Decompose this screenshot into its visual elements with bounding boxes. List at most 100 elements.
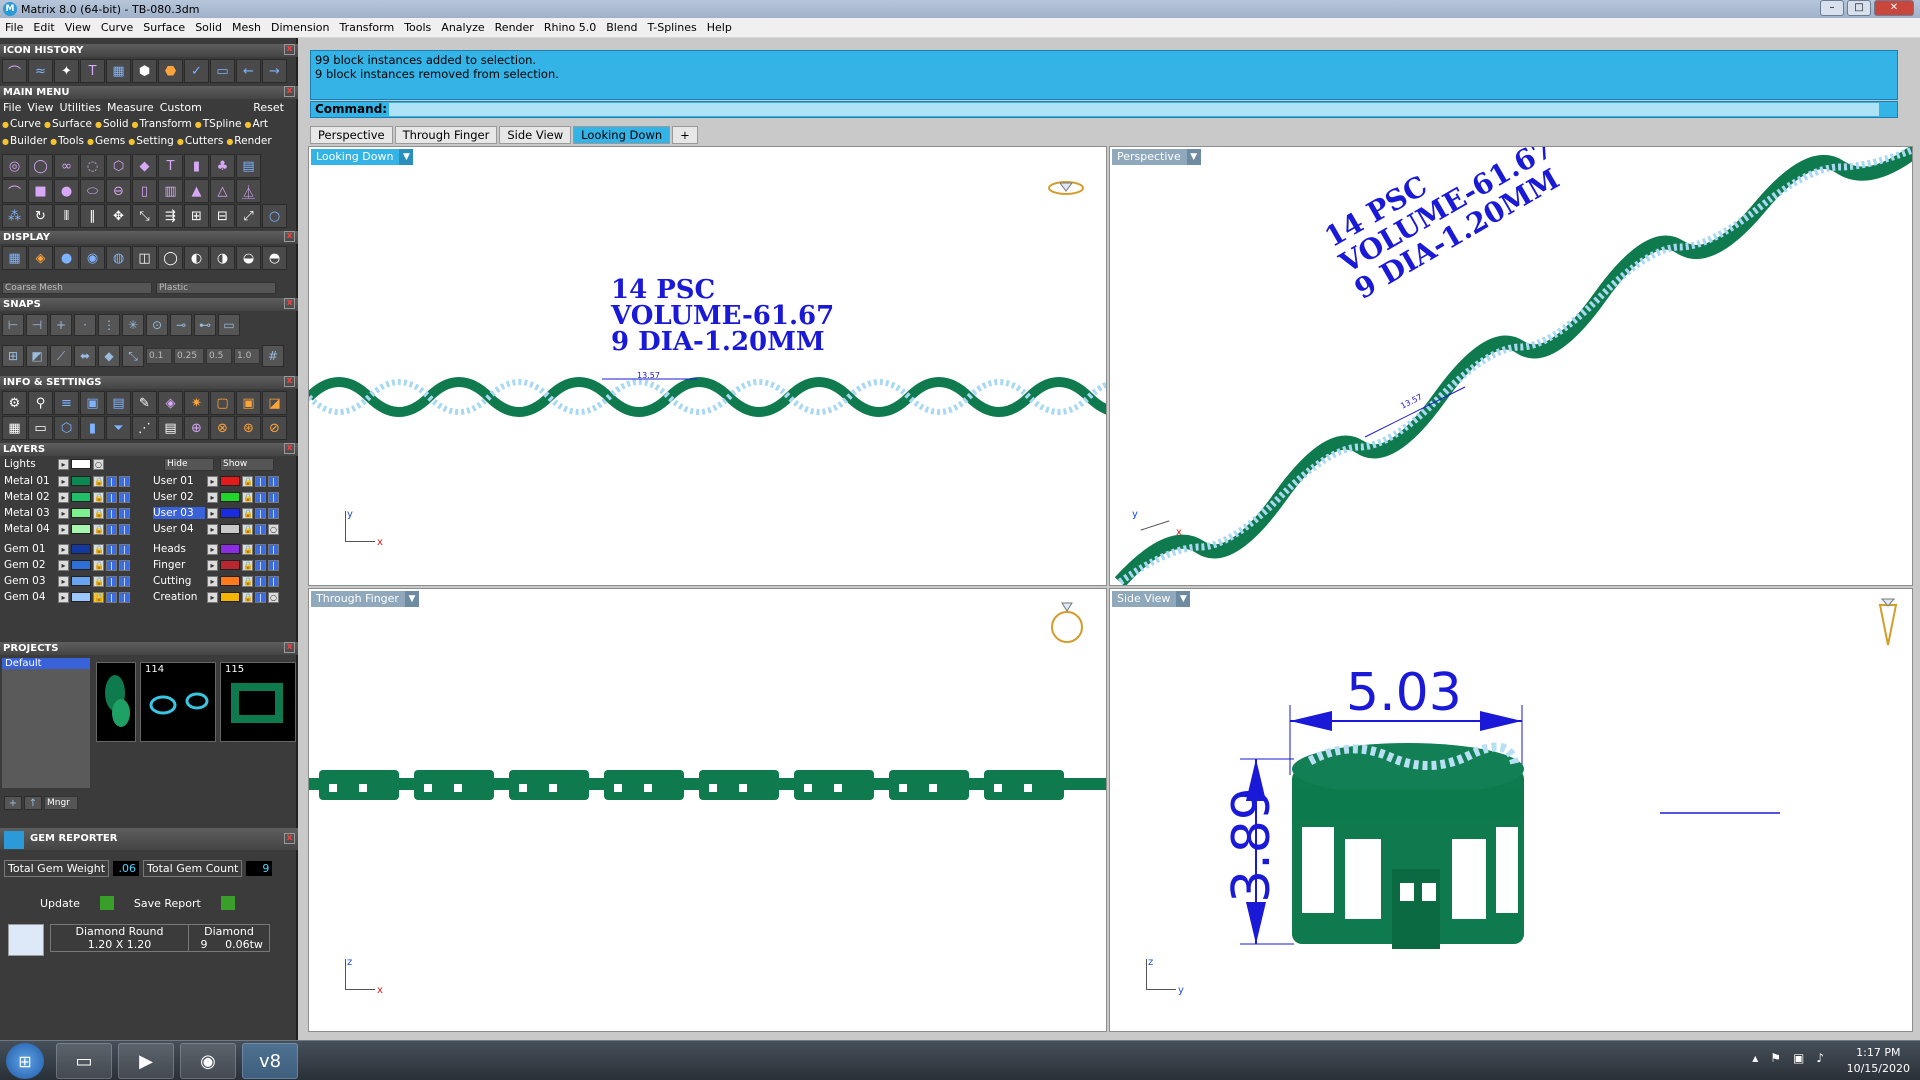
render-icon[interactable]: ◉: [80, 246, 105, 270]
layer-metal-04[interactable]: Metal 04 ▸ 🔒 | |: [4, 523, 130, 535]
visible-icon[interactable]: |: [119, 491, 130, 503]
layer-gem-02[interactable]: Gem 02 ▸ 🔒 | |: [4, 559, 130, 571]
manager-button[interactable]: Mngr: [44, 796, 78, 810]
offset-icon[interactable]: ∥: [80, 204, 105, 228]
close-icon[interactable]: x: [284, 86, 295, 97]
volume-icon[interactable]: ♪: [1816, 1051, 1824, 1065]
visible-icon[interactable]: |: [255, 559, 266, 571]
visible-icon[interactable]: |: [119, 475, 130, 487]
visible-icon[interactable]: |: [106, 507, 117, 519]
media-player-icon[interactable]: ▶: [118, 1043, 174, 1079]
viewport-label[interactable]: Through Finger ▼: [311, 591, 419, 607]
rotate-icon[interactable]: ↻: [28, 204, 53, 228]
snap-value-2[interactable]: 0.25: [174, 348, 204, 364]
ring-icon[interactable]: ◯: [28, 154, 53, 178]
snap-near-icon[interactable]: ⊣: [26, 314, 48, 336]
lock-icon[interactable]: 🔒: [93, 523, 104, 535]
menu-transform[interactable]: Transform: [334, 21, 399, 34]
box-icon[interactable]: ⬢: [132, 59, 157, 83]
clock[interactable]: 1:17 PM 10/15/2020: [1847, 1045, 1910, 1077]
zoom-icon[interactable]: ⚲: [28, 391, 53, 415]
lock-icon[interactable]: 🔒: [242, 491, 253, 503]
cone-icon[interactable]: △: [210, 179, 235, 203]
menu-blend[interactable]: Blend: [601, 21, 642, 34]
chevron-down-icon[interactable]: ▼: [404, 591, 419, 607]
viewport-label[interactable]: Looking Down ▼: [311, 149, 414, 165]
layer-color[interactable]: [220, 576, 240, 586]
curve-icon[interactable]: ⌒: [2, 59, 27, 83]
layer-color[interactable]: [220, 476, 240, 486]
lock-icon[interactable]: 🔒: [242, 591, 253, 603]
visible-icon[interactable]: |: [106, 591, 117, 603]
lock-icon[interactable]: 🔒: [93, 491, 104, 503]
play-icon[interactable]: [220, 896, 235, 910]
layer-cutting[interactable]: Cutting ▸ 🔒 | |: [153, 575, 279, 587]
expand-icon[interactable]: ▸: [207, 575, 218, 587]
target-icon[interactable]: ⊛: [236, 416, 261, 440]
save-report-button[interactable]: Save Report: [134, 897, 201, 910]
menu-edit[interactable]: Edit: [28, 21, 59, 34]
add-project-button[interactable]: +: [4, 796, 22, 810]
layer-heads[interactable]: Heads ▸ 🔒 | |: [153, 543, 279, 555]
expand-icon[interactable]: ▸: [58, 559, 69, 571]
snap-value-3[interactable]: 0.5: [206, 348, 232, 364]
array-icon[interactable]: ⊞: [184, 204, 209, 228]
env-icon[interactable]: ◍: [106, 246, 131, 270]
layer-metal-03[interactable]: Metal 03 ▸ 🔒 | |: [4, 507, 130, 519]
frame-icon[interactable]: ▢: [210, 391, 235, 415]
edit-icon[interactable]: ✎: [132, 391, 157, 415]
expand-icon[interactable]: ▸: [58, 523, 69, 535]
close-icon[interactable]: x: [284, 298, 295, 309]
doc-icon[interactable]: ▤: [106, 391, 131, 415]
torus-icon[interactable]: ⊖: [106, 179, 131, 203]
project-thumb-1[interactable]: [96, 662, 136, 742]
cube-info-icon[interactable]: ▣: [80, 391, 105, 415]
expand-icon[interactable]: ▸: [58, 591, 69, 603]
layer-color[interactable]: [71, 576, 91, 586]
layer-color[interactable]: [71, 492, 91, 502]
menu-curve[interactable]: Curve: [96, 21, 138, 34]
lock-icon[interactable]: 🔒: [242, 559, 253, 571]
arrow-right-icon[interactable]: →: [262, 59, 287, 83]
wireframe-icon[interactable]: ▦: [2, 246, 27, 270]
lock-icon[interactable]: 🔒: [93, 543, 104, 555]
text-icon[interactable]: T: [158, 154, 183, 178]
circle-icon[interactable]: ○: [262, 204, 287, 228]
layer-color[interactable]: [220, 492, 240, 502]
layer-gem-03[interactable]: Gem 03 ▸ 🔒 | |: [4, 575, 130, 587]
visible-icon[interactable]: |: [255, 491, 266, 503]
snap-point-icon[interactable]: +: [50, 314, 72, 336]
gem-icon[interactable]: ✦: [54, 59, 79, 83]
cube-icon[interactable]: ■: [28, 179, 53, 203]
tab-art[interactable]: Art: [244, 118, 268, 130]
visible-icon[interactable]: |: [255, 575, 266, 587]
layer-color[interactable]: [71, 544, 91, 554]
tab-tools[interactable]: Tools: [50, 135, 84, 147]
layer-gem-01[interactable]: Gem 01 ▸ 🔒 | |: [4, 543, 130, 555]
text-icon[interactable]: T: [80, 59, 105, 83]
window-icon[interactable]: ◪: [262, 391, 287, 415]
visible-icon[interactable]: |: [106, 475, 117, 487]
ring-icon[interactable]: ◎: [2, 154, 27, 178]
snap-quad-icon[interactable]: ⊷: [194, 314, 216, 336]
visible-icon[interactable]: |: [255, 523, 266, 535]
menu-solid[interactable]: Solid: [190, 21, 227, 34]
expand-icon[interactable]: ▸: [207, 507, 218, 519]
layer-color[interactable]: [71, 560, 91, 570]
snap-mid-icon[interactable]: ·: [74, 314, 96, 336]
material-icon[interactable]: ◐: [184, 246, 209, 270]
tab-looking-down[interactable]: Looking Down: [573, 126, 671, 144]
mm-custom[interactable]: Custom: [160, 101, 202, 114]
visible-icon[interactable]: |: [268, 507, 279, 519]
info-icon[interactable]: ≡: [54, 391, 79, 415]
minimize-button[interactable]: –: [1820, 0, 1844, 16]
flag-icon[interactable]: ⚑: [1770, 1051, 1781, 1065]
hide-button[interactable]: Hide: [164, 458, 214, 471]
render-icon[interactable]: ●: [54, 246, 79, 270]
ring-icon[interactable]: ◌: [80, 154, 105, 178]
expand-icon[interactable]: ▸: [58, 491, 69, 503]
settings-icon[interactable]: ⚙: [2, 391, 27, 415]
planar-icon[interactable]: ⟋: [50, 345, 72, 367]
expand-icon[interactable]: ▸: [207, 523, 218, 535]
visible-icon[interactable]: |: [268, 575, 279, 587]
